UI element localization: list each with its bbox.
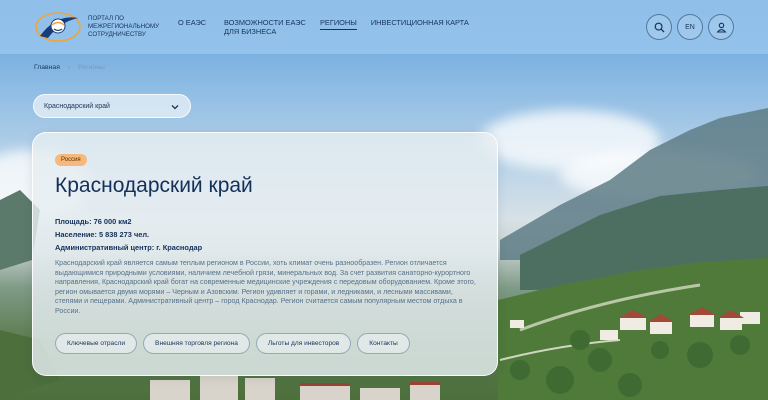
region-card: Россия Краснодарский край Площадь: 76 00… xyxy=(32,132,498,376)
country-badge: Россия xyxy=(55,154,87,166)
region-description: Краснодарский край является самым теплым… xyxy=(55,259,476,315)
region-sections: Ключевые отрасли Внешняя торговля регион… xyxy=(55,333,410,354)
nav-item-about[interactable]: О ЕАЭС xyxy=(178,18,210,36)
search-icon xyxy=(654,22,664,32)
chip-investor-benefits[interactable]: Льготы для инвесторов xyxy=(255,333,352,354)
chip-contacts[interactable]: Контакты xyxy=(357,333,410,354)
region-population: Население: 5 838 273 чел. xyxy=(55,230,150,239)
eaeu-logo[interactable] xyxy=(34,10,82,44)
nav-item-investment-map[interactable]: Инвестиционная карта xyxy=(371,18,469,36)
site-header: Портал по межрегиональному сотрудничеств… xyxy=(0,0,768,54)
chip-key-industries[interactable]: Ключевые отрасли xyxy=(55,333,138,354)
nav-item-business[interactable]: Возможности ЕАЭС для бизнеса xyxy=(224,18,306,36)
breadcrumb-separator: › xyxy=(67,64,71,71)
main-nav: О ЕАЭС Возможности ЕАЭС для бизнеса Реги… xyxy=(178,18,469,36)
profile-button[interactable] xyxy=(708,14,734,40)
breadcrumb: Главная › Регионы xyxy=(34,64,105,71)
portal-name: Портал по межрегиональному сотрудничеств… xyxy=(88,15,160,38)
breadcrumb-home[interactable]: Главная xyxy=(34,64,60,71)
chevron-down-icon xyxy=(171,105,179,110)
nav-item-regions[interactable]: Регионы xyxy=(320,18,357,30)
search-button[interactable] xyxy=(646,14,672,40)
user-icon xyxy=(715,22,727,33)
chip-foreign-trade[interactable]: Внешняя торговля региона xyxy=(143,333,250,354)
region-select[interactable]: Краснодарский край xyxy=(33,94,191,118)
region-select-value: Краснодарский край xyxy=(44,102,110,110)
region-title: Краснодарский край xyxy=(55,174,253,197)
region-area: Площадь: 76 000 км2 xyxy=(55,217,132,226)
language-button[interactable]: EN xyxy=(677,14,703,40)
region-center: Административный центр: г. Краснодар xyxy=(55,243,203,252)
breadcrumb-current: Регионы xyxy=(78,64,105,71)
region-facts: Площадь: 76 000 км2 Население: 5 838 273… xyxy=(55,215,202,254)
